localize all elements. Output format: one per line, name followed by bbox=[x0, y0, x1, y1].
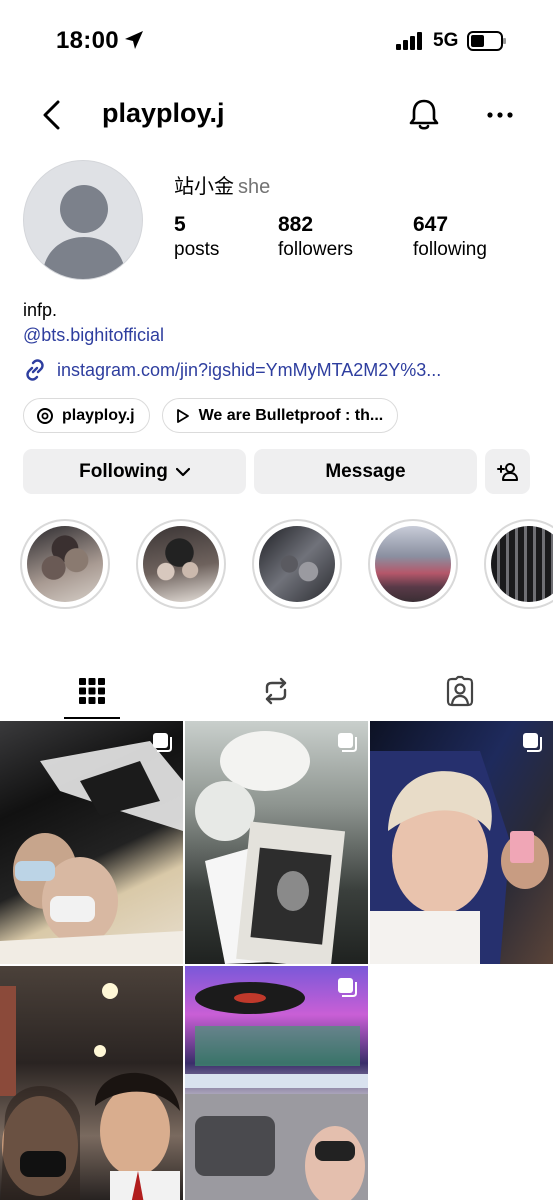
followers-label: followers bbox=[278, 239, 353, 260]
post-photo bbox=[185, 982, 368, 1200]
threads-chip-label: playploy.j bbox=[62, 406, 135, 424]
status-bar: 18:00 5G bbox=[0, 0, 553, 84]
tagged-icon bbox=[446, 675, 474, 707]
tab-grid[interactable] bbox=[0, 662, 184, 720]
following-count: 647 bbox=[413, 213, 449, 236]
following-button-label: Following bbox=[79, 460, 168, 482]
chevron-down-icon bbox=[175, 467, 190, 476]
followers-stat[interactable]: 882 followers bbox=[278, 212, 353, 262]
post-photo bbox=[370, 751, 549, 964]
posts-label: posts bbox=[174, 239, 220, 260]
post-4[interactable] bbox=[0, 966, 183, 1200]
music-chip-label: We are Bulletproof : th... bbox=[198, 406, 384, 424]
pronoun: she bbox=[238, 176, 271, 198]
post-5[interactable] bbox=[185, 966, 368, 1200]
profile-header: playploy.j bbox=[0, 84, 553, 148]
message-button[interactable]: Message bbox=[254, 449, 477, 494]
multi-post-icon bbox=[153, 733, 172, 752]
add-user-button[interactable] bbox=[485, 449, 530, 494]
threads-chip[interactable]: playploy.j bbox=[23, 398, 150, 433]
story-highlights bbox=[20, 519, 553, 611]
highlight-2[interactable] bbox=[136, 519, 226, 609]
multi-post-icon bbox=[523, 733, 542, 752]
post-1[interactable] bbox=[0, 721, 183, 964]
highlight-photo bbox=[259, 526, 335, 602]
post-3[interactable] bbox=[370, 721, 553, 964]
highlight-5[interactable] bbox=[484, 519, 553, 609]
following-label: following bbox=[413, 239, 487, 260]
repost-icon bbox=[265, 677, 287, 705]
message-button-label: Message bbox=[325, 460, 406, 482]
profile-tabs bbox=[0, 662, 553, 720]
bio-link[interactable]: instagram.com/jin?igshid=YmMyMTA2M2Y%3..… bbox=[23, 357, 441, 383]
grid-icon bbox=[79, 678, 105, 704]
tab-tagged[interactable] bbox=[368, 662, 552, 720]
display-name: 站小金 she bbox=[174, 170, 270, 199]
post-photo bbox=[195, 731, 346, 964]
highlight-photo bbox=[491, 526, 553, 602]
threads-icon bbox=[37, 407, 53, 424]
posts-grid bbox=[0, 721, 553, 1200]
highlight-4[interactable] bbox=[368, 519, 458, 609]
bio-text: infp. bbox=[23, 300, 58, 320]
add-user-icon bbox=[496, 462, 518, 481]
tab-reposts[interactable] bbox=[184, 662, 368, 720]
bio-link-text: instagram.com/jin?igshid=YmMyMTA2M2Y%3..… bbox=[57, 359, 442, 380]
highlight-photo bbox=[143, 526, 219, 602]
followers-count: 882 bbox=[278, 213, 314, 236]
location-arrow-icon bbox=[125, 31, 143, 49]
posts-stat[interactable]: 5 posts bbox=[174, 212, 219, 262]
bell-icon[interactable] bbox=[404, 95, 444, 135]
multi-post-icon bbox=[338, 733, 357, 752]
post-photo bbox=[0, 741, 183, 964]
profile-chips: playploy.j We are Bulletproof : th... bbox=[23, 398, 399, 433]
link-icon bbox=[26, 359, 44, 381]
highlight-1[interactable] bbox=[20, 519, 110, 609]
bio-mention-link[interactable]: @bts.bighitofficial bbox=[23, 325, 164, 346]
post-photo bbox=[0, 983, 180, 1200]
avatar[interactable] bbox=[23, 160, 143, 280]
active-tab-indicator bbox=[64, 717, 120, 719]
default-avatar-icon bbox=[42, 185, 126, 279]
posts-count: 5 bbox=[174, 213, 186, 236]
signal-icon bbox=[396, 32, 422, 50]
network-type: 5G bbox=[433, 30, 459, 51]
highlight-photo bbox=[27, 526, 103, 602]
status-time: 18:00 bbox=[56, 27, 119, 54]
following-stat[interactable]: 647 following bbox=[413, 212, 487, 262]
highlight-3[interactable] bbox=[252, 519, 342, 609]
header-username: playploy.j bbox=[102, 98, 225, 128]
following-button[interactable]: Following bbox=[23, 449, 246, 494]
highlight-photo bbox=[375, 526, 451, 602]
music-chip[interactable]: We are Bulletproof : th... bbox=[161, 398, 399, 433]
battery-icon bbox=[467, 31, 506, 51]
multi-post-icon bbox=[338, 978, 357, 997]
back-icon[interactable] bbox=[36, 96, 70, 134]
post-2[interactable] bbox=[185, 721, 368, 964]
more-options-icon[interactable] bbox=[480, 95, 520, 135]
play-icon bbox=[176, 408, 189, 423]
action-buttons: Following Message bbox=[23, 449, 530, 494]
display-name-text: 站小金 bbox=[174, 176, 234, 198]
